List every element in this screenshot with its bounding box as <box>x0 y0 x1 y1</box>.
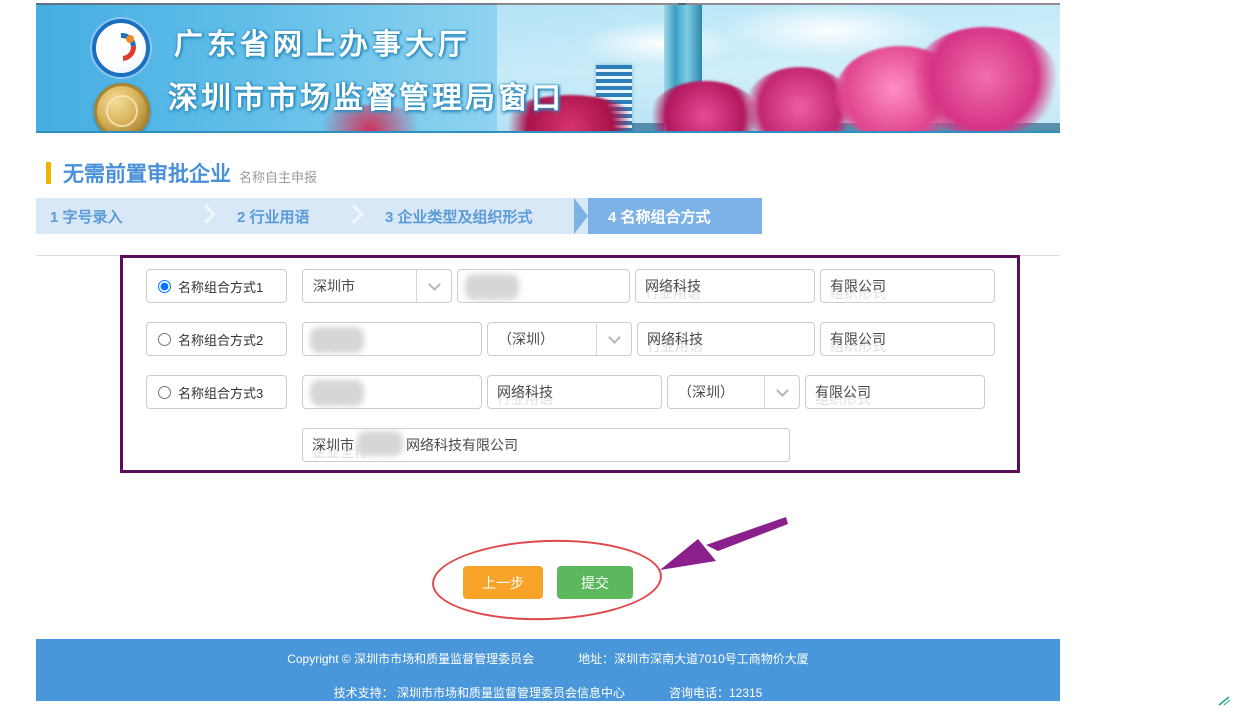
footer-hotline: 咨询电话：12315 <box>669 684 762 701</box>
combo2-radio[interactable] <box>158 333 171 346</box>
page-title: 无需前置审批企业 <box>63 158 231 188</box>
chevron-separator-icon <box>344 204 364 224</box>
step-tabs: 1 字号录入 2 行业用语 3 企业类型及组织形式 4 名称组合方式 <box>36 198 762 234</box>
org-form-input[interactable]: 组织形式 有限公司 <box>820 269 995 303</box>
footer-support: 技术支持： 深圳市市场和质量监督管理委员会信息中心 <box>334 684 625 701</box>
page-footer: Copyright © 深圳市市场和质量监督管理委员会 地址：深圳市深南大道70… <box>36 639 1060 701</box>
region-select[interactable]: （深圳） <box>487 322 632 356</box>
region-select[interactable]: 深圳市 <box>302 269 452 303</box>
cloud <box>580 21 740 66</box>
redacted-blur <box>310 327 364 353</box>
tab-step-4-active[interactable]: 4 名称组合方式 <box>588 198 762 234</box>
page: 广东省网上办事大厅 深圳市市场监督管理局窗口 无需前置审批企业 名称自主申报 1… <box>0 0 1235 708</box>
corner-resize-mark <box>1217 696 1231 706</box>
trade-name-input[interactable]: 字号 <box>302 322 482 356</box>
industry-input[interactable]: 行业用语 网络科技 <box>637 322 815 356</box>
chevron-down-icon <box>428 278 441 291</box>
combo3-radio-option[interactable]: 名称组合方式3 <box>146 375 287 409</box>
page-subtitle: 名称自主申报 <box>239 161 317 186</box>
combo-row-3: 名称组合方式3 字号 行业用语 网络科技 （深圳） 组织形式 有限公司 <box>146 375 1017 409</box>
site-banner: 广东省网上办事大厅 深圳市市场监督管理局窗口 <box>36 3 1060 133</box>
org-form-input[interactable]: 组织形式 有限公司 <box>820 322 995 356</box>
gold-badge-icon <box>94 83 150 133</box>
combo3-radio[interactable] <box>158 386 171 399</box>
tab-step-2[interactable]: 2 行业用语 <box>223 198 371 234</box>
tab-step-1[interactable]: 1 字号录入 <box>36 198 223 234</box>
full-name-preview-input[interactable]: 企业全称 深圳市网络科技有限公司 <box>302 428 790 462</box>
combo1-radio[interactable] <box>158 280 171 293</box>
footer-copyright: Copyright © 深圳市市场和质量监督管理委员会 <box>287 650 534 667</box>
banner-top-edge <box>36 3 1060 5</box>
banner-title-line1: 广东省网上办事大厅 <box>174 21 471 63</box>
gd-portal-logo-icon <box>92 19 150 77</box>
combo1-radio-option[interactable]: 名称组合方式1 <box>146 269 287 303</box>
actions-area: 上一步 提交 <box>36 473 1060 639</box>
page-title-row: 无需前置审批企业 名称自主申报 <box>46 158 1060 188</box>
trade-name-input[interactable]: 字号 <box>302 375 482 409</box>
flower <box>910 27 1060 133</box>
industry-input[interactable]: 行业用语 网络科技 <box>635 269 815 303</box>
chevron-down-icon <box>776 384 789 397</box>
name-combination-form: 名称组合方式1 深圳市 字号 行业用语 网络科技 组织形式 有限公司 <box>120 255 1020 473</box>
trade-name-input[interactable]: 字号 <box>457 269 630 303</box>
chevron-separator-icon <box>196 204 216 224</box>
industry-input[interactable]: 行业用语 网络科技 <box>487 375 662 409</box>
redacted-blur <box>465 274 519 300</box>
banner-title-line2: 深圳市市场监督管理局窗口 <box>168 73 564 117</box>
org-form-input[interactable]: 组织形式 有限公司 <box>805 375 985 409</box>
chevron-down-icon <box>608 331 621 344</box>
previous-step-button[interactable]: 上一步 <box>463 566 543 599</box>
submit-button[interactable]: 提交 <box>557 566 633 599</box>
gold-accent-bar <box>46 162 51 184</box>
redacted-blur <box>357 431 403 456</box>
combo-row-2: 名称组合方式2 字号 （深圳） 行业用语 网络科技 组织形式 有限公司 <box>146 322 1017 356</box>
full-name-preview-row: 企业全称 深圳市网络科技有限公司 <box>302 428 1017 462</box>
combo2-radio-option[interactable]: 名称组合方式2 <box>146 322 287 356</box>
region-select[interactable]: （深圳） <box>667 375 800 409</box>
footer-address: 地址：深圳市深南大道7010号工商物价大厦 <box>578 650 809 667</box>
combo-row-1: 名称组合方式1 深圳市 字号 行业用语 网络科技 组织形式 有限公司 <box>146 269 1017 303</box>
tab-step-3[interactable]: 3 企业类型及组织形式 <box>371 198 574 234</box>
redacted-blur <box>310 380 364 406</box>
